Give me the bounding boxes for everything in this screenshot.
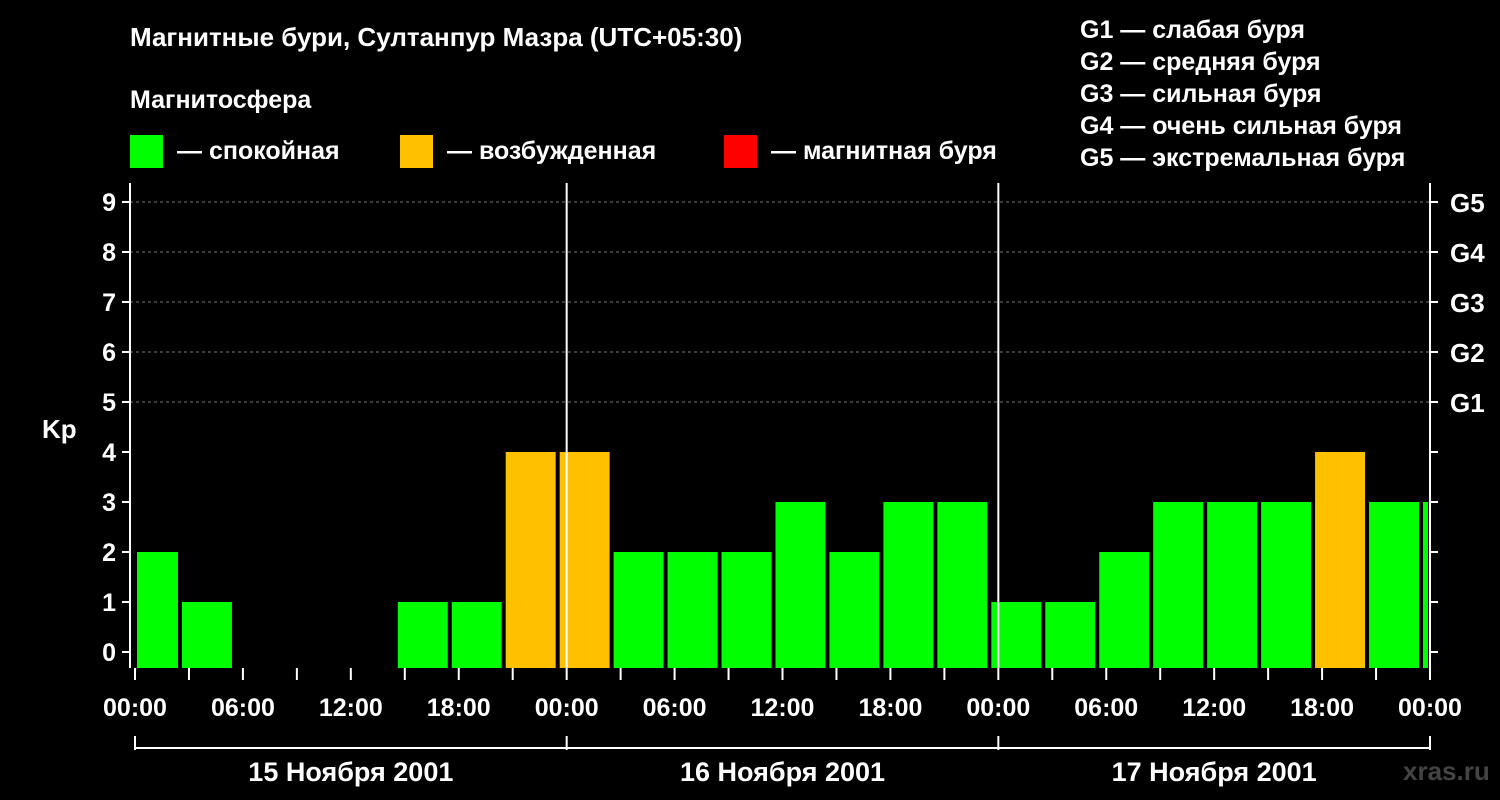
x-tick-label: 12:00	[319, 694, 383, 722]
g-axis-label: G5	[1450, 188, 1485, 218]
y-tick-label: 4	[102, 439, 116, 467]
kp-bar	[1423, 502, 1428, 668]
kp-bar	[883, 502, 934, 668]
kp-bar	[181, 602, 232, 668]
x-tick-label: 00:00	[535, 694, 599, 722]
y-tick-label: 1	[102, 589, 116, 617]
kp-bar	[775, 502, 826, 668]
y-tick-label: 8	[102, 239, 116, 267]
y-tick-label: 5	[102, 389, 116, 417]
kp-bar	[1045, 602, 1096, 668]
y-axis-label: Kp	[42, 414, 77, 444]
bars-layer	[137, 452, 1428, 668]
x-tick-label: 06:00	[643, 694, 707, 722]
kp-bar	[1369, 502, 1420, 668]
g-axis-label: G1	[1450, 388, 1485, 418]
day-label: 17 Ноября 2001	[1112, 757, 1317, 787]
kp-bar	[1261, 502, 1312, 668]
x-tick-label: 18:00	[1290, 694, 1354, 722]
x-tick-label: 12:00	[1182, 694, 1246, 722]
brand-watermark: xras.ru	[1403, 756, 1490, 786]
kp-bar	[1315, 452, 1366, 668]
grid-layer	[130, 201, 1430, 403]
x-tick-label: 00:00	[103, 694, 167, 722]
y-tick-label: 9	[102, 189, 116, 217]
x-tick-label: 12:00	[751, 694, 815, 722]
y-tick-label: 2	[102, 539, 116, 567]
g-axis-label: G3	[1450, 288, 1485, 318]
x-tick-label: 18:00	[427, 694, 491, 722]
y-tick-label: 3	[102, 489, 116, 517]
g-axis-label: G2	[1450, 338, 1485, 368]
kp-bar	[937, 502, 988, 668]
labels-layer: 0 1 2 3 4 5 6 7 8 9 G1 G2 G3 G4 G5 Kp 00:00 06:00 12:00 18:…	[42, 188, 1485, 787]
kp-bar	[451, 602, 502, 668]
kp-bar	[1207, 502, 1258, 668]
kp-bar	[505, 452, 556, 668]
kp-bar	[829, 552, 880, 668]
x-tick-label: 18:00	[858, 694, 922, 722]
g-axis-label: G4	[1450, 238, 1485, 268]
x-tick-label: 06:00	[1074, 694, 1138, 722]
kp-bar	[1153, 502, 1204, 668]
kp-bar	[1099, 552, 1150, 668]
kp-bar	[397, 602, 448, 668]
kp-bar	[721, 552, 772, 668]
kp-bar	[613, 552, 664, 668]
y-tick-label: 0	[102, 639, 116, 667]
y-tick-label: 7	[102, 289, 116, 317]
x-tick-label: 00:00	[966, 694, 1030, 722]
kp-bar	[137, 552, 178, 668]
x-tick-label: 00:00	[1398, 694, 1462, 722]
kp-bar	[667, 552, 718, 668]
day-label: 16 Ноября 2001	[680, 757, 885, 787]
day-label: 15 Ноября 2001	[248, 757, 453, 787]
y-tick-label: 6	[102, 339, 116, 367]
x-tick-label: 06:00	[211, 694, 275, 722]
kp-chart: 0 1 2 3 4 5 6 7 8 9 G1 G2 G3 G4 G5 Kp 00:00 06:00 12:00 18:…	[42, 183, 1485, 787]
